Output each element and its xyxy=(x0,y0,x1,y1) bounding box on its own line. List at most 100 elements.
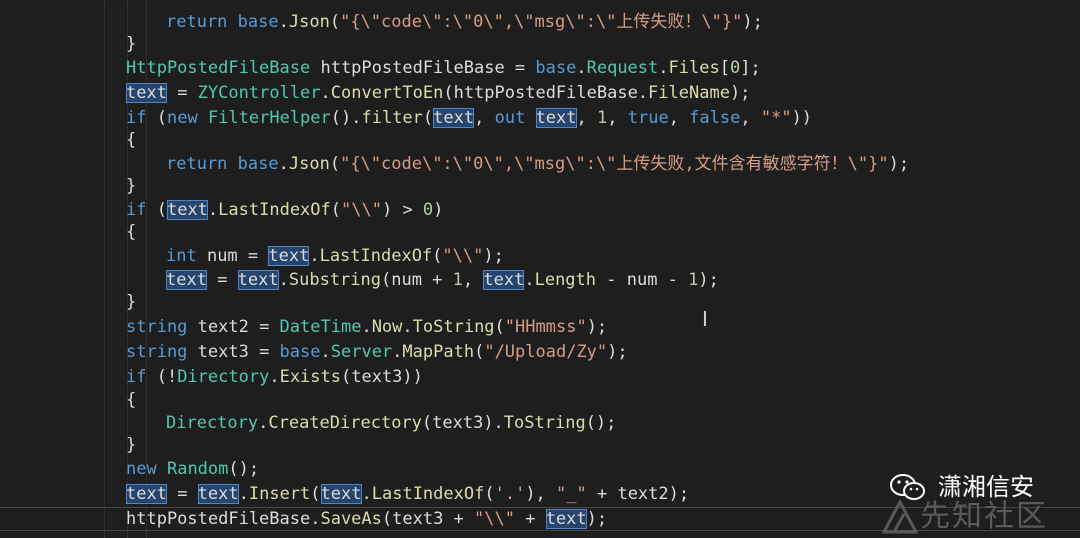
code-token: . xyxy=(309,246,320,266)
code-line[interactable]: if (text.LastIndexOf("\\") > 0) xyxy=(126,198,443,222)
code-token: . xyxy=(278,270,289,290)
code-token: Files xyxy=(668,58,720,78)
code-token: ); xyxy=(729,83,751,103)
highlighted-symbol: text xyxy=(320,484,362,504)
code-token: if xyxy=(126,200,147,220)
code-line[interactable]: Directory.CreateDirectory(text3).ToStrin… xyxy=(166,411,616,435)
code-line[interactable]: string text3 = base.Server.MapPath("/Upl… xyxy=(126,340,628,364)
code-token: (httpPostedFileBase. xyxy=(443,83,649,103)
code-token: } xyxy=(126,435,137,455)
code-token: "\\" xyxy=(341,200,382,220)
code-token: 1 xyxy=(688,270,699,290)
code-token: (num + xyxy=(381,270,453,290)
code-token: { xyxy=(126,222,137,242)
code-line[interactable]: { xyxy=(126,388,136,412)
code-line[interactable]: } xyxy=(126,32,136,56)
code-token: ( xyxy=(329,154,341,174)
code-token: httpPostedFileBase. xyxy=(126,509,321,529)
code-token: ( xyxy=(484,484,495,504)
code-line[interactable]: int num = text.LastIndexOf("\\"); xyxy=(166,244,504,268)
code-token: . xyxy=(278,154,289,174)
code-token: (text3)) xyxy=(341,367,423,387)
code-line[interactable]: } xyxy=(126,174,136,198)
code-line[interactable]: text = ZYController.ConvertToEn(httpPost… xyxy=(126,81,750,105)
code-line[interactable]: } xyxy=(126,290,136,314)
code-line[interactable]: if (!Directory.Exists(text3)) xyxy=(126,365,423,389)
code-token: ); xyxy=(586,317,608,337)
code-token: "\\" xyxy=(474,509,515,529)
code-editor[interactable]: return base.Json("{\"code\":\"0\",\"msg\… xyxy=(0,0,1080,538)
highlighted-symbol: text xyxy=(237,270,279,290)
code-token: ( xyxy=(146,108,167,128)
code-token: "*" xyxy=(760,108,792,128)
code-token: + text2); xyxy=(586,484,690,504)
code-token: "{\"code\":\"0\",\"msg\":\"上传失败！\"}" xyxy=(340,12,743,32)
code-token: num = xyxy=(196,246,269,266)
code-token: ); xyxy=(483,246,504,266)
xianzhi-logo-icon xyxy=(881,498,919,534)
highlighted-symbol: text xyxy=(268,246,310,266)
code-token: Json xyxy=(288,12,330,32)
code-token: ); xyxy=(888,154,910,174)
code-token: filter xyxy=(361,108,423,128)
code-token: new xyxy=(166,108,198,128)
code-token: , xyxy=(474,108,495,128)
code-token: base xyxy=(279,342,321,362)
code-token: return xyxy=(166,154,228,174)
code-token: LastIndexOf xyxy=(319,246,433,266)
code-token: 0 xyxy=(729,58,741,78)
code-token: { xyxy=(126,130,137,150)
code-token: . xyxy=(402,317,413,337)
code-token: "\\" xyxy=(442,246,484,266)
code-token: ToString xyxy=(503,413,586,433)
code-line[interactable]: { xyxy=(126,128,136,152)
code-token: . xyxy=(320,83,331,103)
code-token: ( xyxy=(474,342,485,362)
code-token: . xyxy=(361,317,372,337)
code-token: base xyxy=(535,58,577,78)
code-token: if xyxy=(126,108,147,128)
code-token: + xyxy=(514,509,546,529)
code-token: = xyxy=(206,270,238,290)
highlighted-symbol: text xyxy=(483,270,525,290)
code-token: ( xyxy=(329,12,341,32)
code-token: false xyxy=(689,108,741,128)
code-line[interactable]: if (new FilterHelper().filter(text, out … xyxy=(126,106,812,130)
code-token: FilterHelper xyxy=(207,108,331,128)
code-token: SaveAs xyxy=(320,509,382,529)
code-line[interactable]: { xyxy=(126,220,136,244)
code-token: ( xyxy=(432,246,443,266)
code-token: httpPostedFileBase = xyxy=(310,58,536,78)
code-token: (); xyxy=(585,413,617,433)
code-line[interactable]: httpPostedFileBase.SaveAs(text3 + "\\" +… xyxy=(126,507,607,531)
code-token: . xyxy=(524,270,535,290)
code-line[interactable]: return base.Json("{\"code\":\"0\",\"msg\… xyxy=(166,152,909,176)
code-token: ), xyxy=(525,484,557,504)
code-line[interactable]: HttpPostedFileBase httpPostedFileBase = … xyxy=(126,56,761,80)
code-token: (). xyxy=(330,108,362,128)
code-token: ) > xyxy=(381,200,423,220)
code-token: . xyxy=(278,12,289,32)
code-token: [ xyxy=(719,58,730,78)
code-token: ); xyxy=(742,12,763,32)
code-line[interactable]: } xyxy=(126,433,136,457)
highlighted-symbol: text xyxy=(535,108,577,128)
code-token: , xyxy=(740,108,761,128)
code-token: base xyxy=(237,154,279,174)
code-token: '.' xyxy=(494,484,526,504)
code-line[interactable]: text = text.Substring(num + 1, text.Leng… xyxy=(166,268,719,292)
code-line[interactable]: return base.Json("{\"code\":\"0\",\"msg\… xyxy=(166,10,763,34)
code-token: string xyxy=(126,317,188,337)
code-token: Now xyxy=(371,317,403,337)
code-token: ( xyxy=(310,484,321,504)
code-token: , xyxy=(607,108,628,128)
code-token: } xyxy=(126,176,137,196)
code-token: if xyxy=(126,367,147,387)
code-line[interactable]: text = text.Insert(text.LastIndexOf('.')… xyxy=(126,482,689,506)
code-line[interactable]: string text2 = DateTime.Now.ToString("HH… xyxy=(126,315,607,339)
code-token: Insert xyxy=(248,484,311,504)
code-line[interactable]: new Random(); xyxy=(126,457,259,481)
code-token: } xyxy=(126,34,137,54)
